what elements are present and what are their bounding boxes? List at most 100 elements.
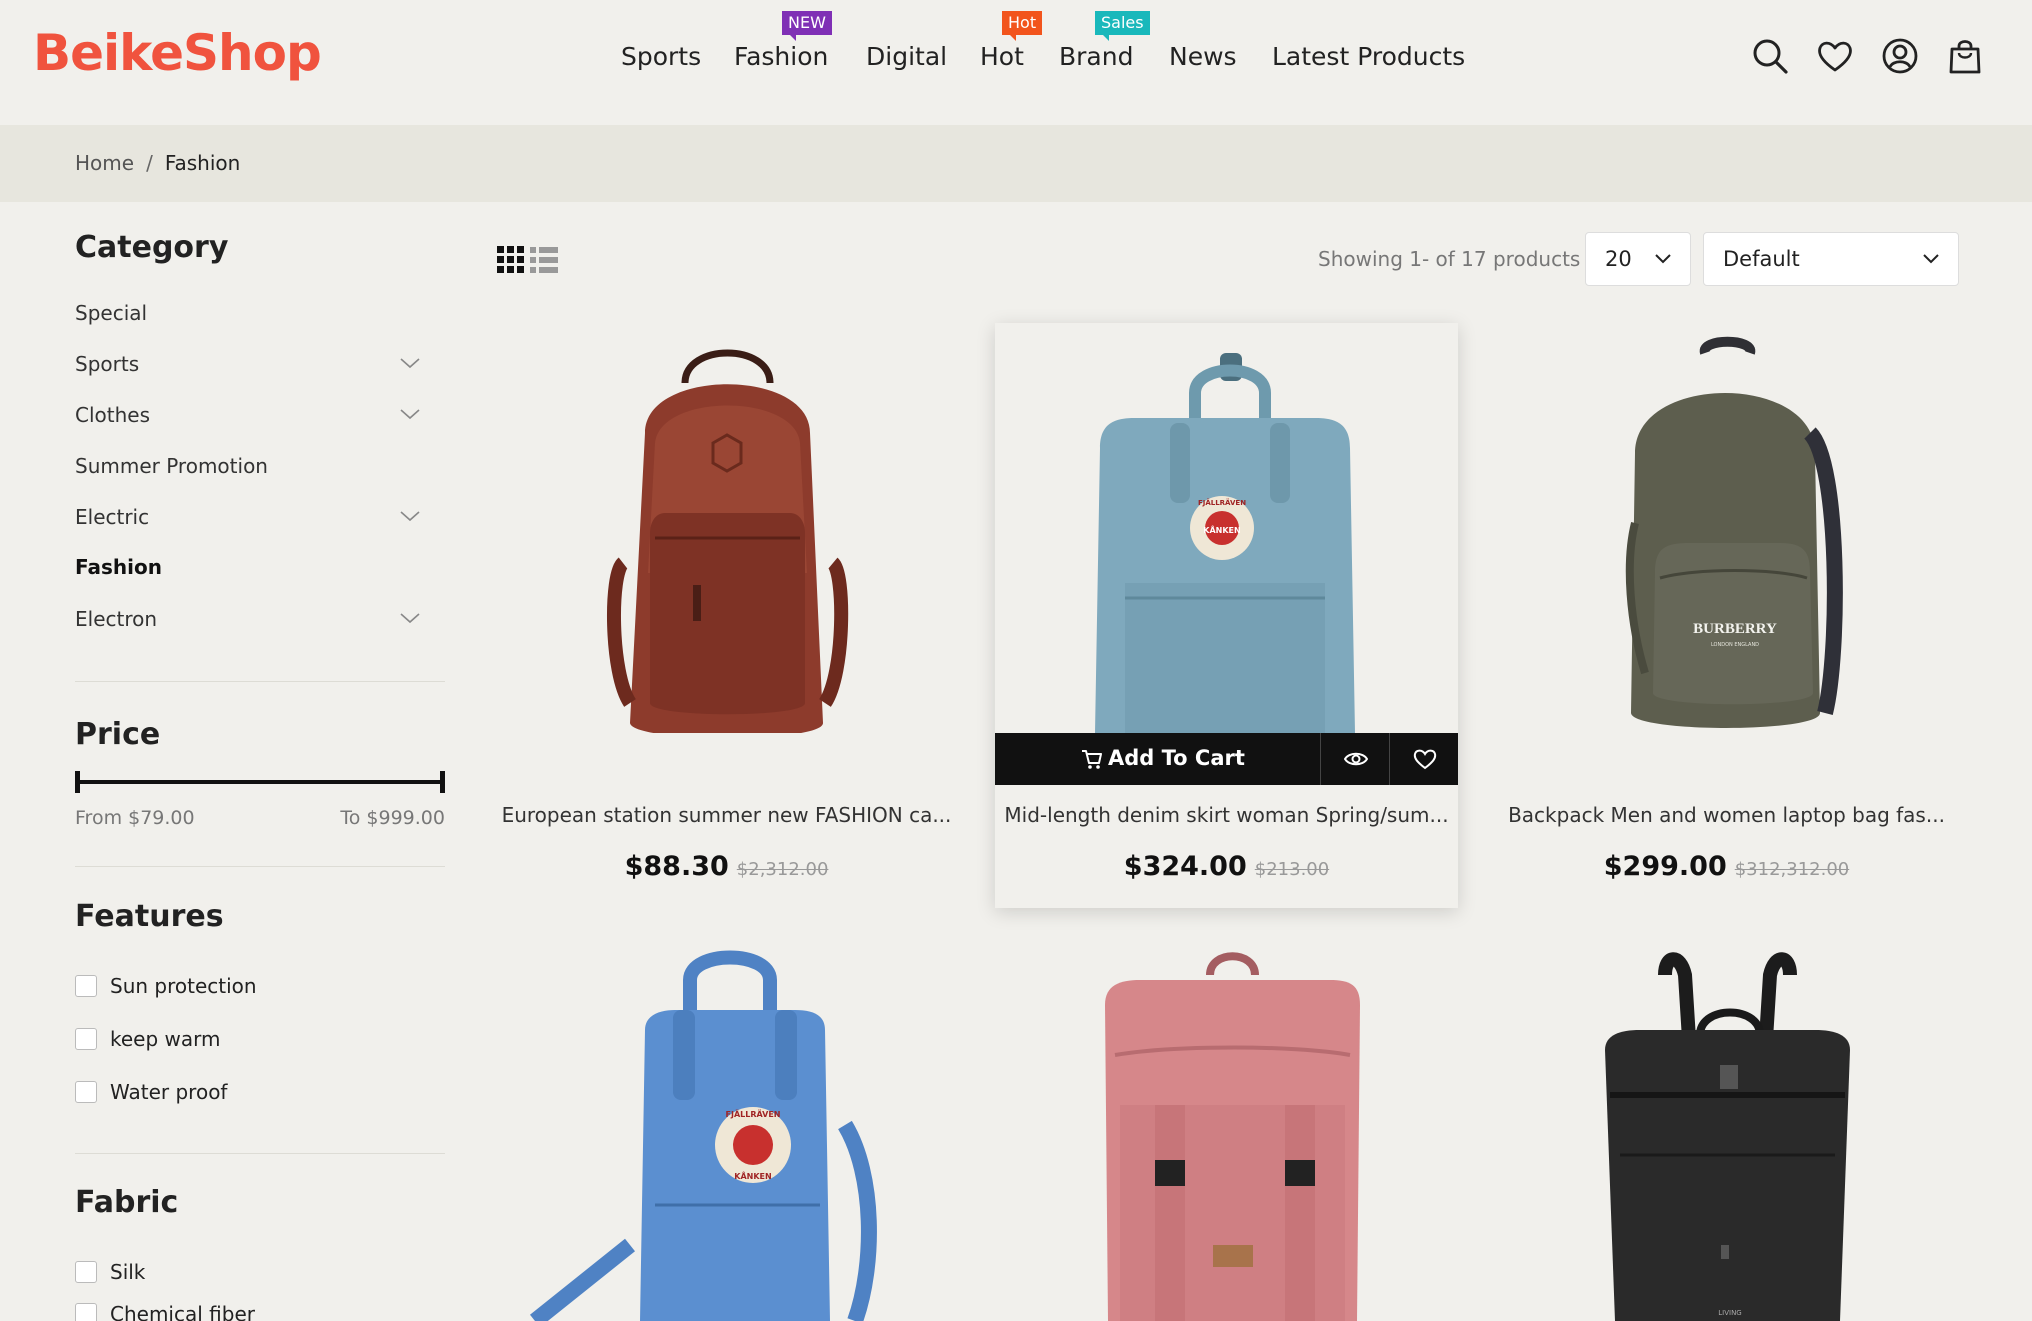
checkbox[interactable] <box>75 975 97 997</box>
sort-value: Default <box>1723 247 1800 271</box>
fabric-title: Fabric <box>75 1185 179 1220</box>
add-to-cart-button[interactable]: Add To Cart <box>995 733 1320 785</box>
category-item-electric[interactable]: Electric <box>75 505 435 529</box>
list-view-icon[interactable] <box>530 246 558 274</box>
product-price: $88.30 $2,312.00 <box>495 851 958 882</box>
burberry-logo-text: BURBERRY <box>1693 621 1777 637</box>
price-current: $324.00 <box>1123 851 1247 882</box>
category-label: Special <box>75 301 148 325</box>
nav-item-hot[interactable]: Hot Hot <box>980 11 1043 71</box>
fjallraven-logo-text: FJÄLLRÄVEN <box>1198 498 1246 507</box>
price-from-label: From $79.00 <box>75 807 195 829</box>
chevron-down-icon[interactable] <box>399 407 421 421</box>
nav-item-brand[interactable]: Sales Brand <box>1059 11 1150 71</box>
price-slider-track[interactable] <box>75 780 445 784</box>
checkbox[interactable] <box>75 1303 97 1321</box>
category-item-summer-promotion[interactable]: Summer Promotion <box>75 454 435 478</box>
chevron-down-icon[interactable] <box>399 611 421 625</box>
category-label: Electric <box>75 505 150 529</box>
heart-icon <box>1413 749 1437 770</box>
product-card[interactable]: KÅNKEN FJÄLLRÄVEN Add To Cart Mid-length… <box>995 323 1458 908</box>
product-card[interactable]: LIVING <box>1495 945 1958 1321</box>
product-name[interactable]: Backpack Men and women laptop bag fas... <box>1495 803 1958 827</box>
nav-item-news[interactable]: News <box>1169 42 1237 71</box>
heart-icon[interactable] <box>1816 37 1854 75</box>
price-original: $213.00 <box>1254 859 1330 880</box>
product-price: $324.00 $213.00 <box>995 851 1458 882</box>
nav-badge-sales: Sales <box>1095 11 1150 41</box>
category-item-special[interactable]: Special <box>75 301 435 325</box>
checkbox-label: Water proof <box>110 1080 228 1104</box>
breadcrumb-home[interactable]: Home <box>75 151 134 175</box>
nav-item-latest-products[interactable]: Latest Products <box>1272 42 1465 71</box>
product-image[interactable] <box>995 945 1458 1321</box>
breadcrumb-separator: / <box>146 151 153 175</box>
checkbox-label: Sun protection <box>110 974 257 998</box>
product-image[interactable]: BURBERRY LONDON ENGLAND <box>1495 323 1958 733</box>
add-to-wishlist-button[interactable] <box>1389 733 1458 785</box>
checkbox[interactable] <box>75 1261 97 1283</box>
product-card[interactable]: European station summer new FASHION ca..… <box>495 323 958 908</box>
chevron-down-icon <box>1923 254 1939 264</box>
product-name[interactable]: Mid-length denim skirt woman Spring/sum.… <box>995 803 1458 827</box>
checkbox[interactable] <box>75 1081 97 1103</box>
search-icon[interactable] <box>1751 37 1789 75</box>
header: BeikeShop Sports NEW Fashion Digital Hot… <box>0 0 2032 125</box>
nav-item-digital[interactable]: Digital <box>866 42 947 71</box>
category-label: Summer Promotion <box>75 454 268 478</box>
category-item-clothes[interactable]: Clothes <box>75 403 435 427</box>
product-image[interactable]: LIVING <box>1495 945 1958 1321</box>
chevron-down-icon[interactable] <box>399 509 421 523</box>
category-label: Electron <box>75 607 158 631</box>
results-count: Showing 1- of 17 products <box>1318 247 1581 271</box>
product-image[interactable]: FJÄLLRÄVEN KÅNKEN <box>495 945 958 1321</box>
breadcrumb-bar: Home / Fashion <box>0 125 2032 202</box>
category-label: Sports <box>75 352 140 376</box>
product-image[interactable]: KÅNKEN FJÄLLRÄVEN <box>995 323 1458 733</box>
nav-item-fashion[interactable]: NEW Fashion <box>734 11 832 71</box>
price-slider-min-handle[interactable] <box>75 771 80 793</box>
nav-label: News <box>1169 42 1237 71</box>
burberry-subtext: LONDON ENGLAND <box>1711 642 1759 648</box>
nav-item-sports[interactable]: Sports <box>621 42 701 71</box>
checkbox-label: keep warm <box>110 1027 221 1051</box>
chevron-down-icon[interactable] <box>399 356 421 370</box>
price-current: $88.30 <box>624 851 729 882</box>
category-item-electron[interactable]: Electron <box>75 607 435 631</box>
nav-label: Hot <box>980 42 1024 71</box>
kanken-logo-text: KÅNKEN <box>734 1171 771 1181</box>
category-item-fashion[interactable]: Fashion <box>75 555 435 579</box>
product-card[interactable]: BURBERRY LONDON ENGLAND Backpack Men and… <box>1495 323 1958 908</box>
per-page-select[interactable]: 20 <box>1585 232 1691 286</box>
checkbox[interactable] <box>75 1028 97 1050</box>
nav-label: Latest Products <box>1272 42 1466 71</box>
price-slider-max-handle[interactable] <box>440 771 445 793</box>
price-original: $2,312.00 <box>736 859 829 880</box>
sort-select[interactable]: Default <box>1703 232 1959 286</box>
cart-icon <box>1082 750 1102 769</box>
add-to-cart-label: Add To Cart <box>1108 746 1245 770</box>
product-name[interactable]: European station summer new FASHION ca..… <box>495 803 958 827</box>
fjallraven-logo-text: FJÄLLRÄVEN <box>726 1109 781 1119</box>
nav-badge-hot: Hot <box>1002 11 1043 41</box>
divider <box>75 1153 445 1154</box>
nav-label: Sports <box>621 42 702 71</box>
user-icon[interactable] <box>1881 37 1919 75</box>
price-current: $299.00 <box>1603 851 1727 882</box>
shopping-bag-icon[interactable] <box>1946 37 1984 75</box>
price-to-label: To $999.00 <box>340 807 445 829</box>
fjallraven-logo-text: KÅNKEN <box>1203 525 1240 535</box>
category-item-sports[interactable]: Sports <box>75 352 435 376</box>
nav-label: Fashion <box>734 42 829 71</box>
category-label: Clothes <box>75 403 150 427</box>
breadcrumb: Home / Fashion <box>75 151 240 175</box>
product-card[interactable] <box>995 945 1458 1321</box>
divider <box>75 681 445 682</box>
product-card[interactable]: FJÄLLRÄVEN KÅNKEN <box>495 945 958 1321</box>
grid-view-icon[interactable] <box>497 246 525 274</box>
living-brand-text: LIVING <box>1718 1309 1741 1317</box>
price-title: Price <box>75 717 161 752</box>
quick-view-button[interactable] <box>1320 733 1389 785</box>
checkbox-label: Chemical fiber <box>110 1302 255 1321</box>
product-image[interactable] <box>495 323 958 733</box>
